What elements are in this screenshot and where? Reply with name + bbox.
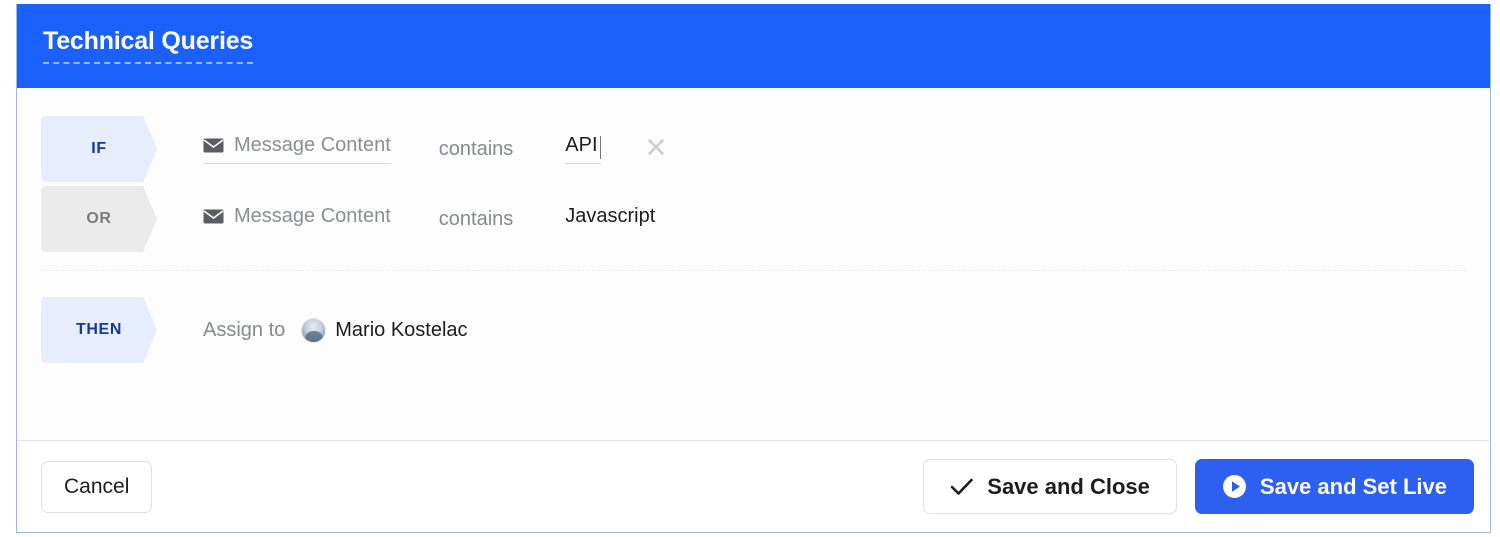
attribute-select-or-label: Message Content — [234, 204, 391, 227]
card-body: IF Message Content contains API OR Messa… — [17, 88, 1490, 440]
assignee-select[interactable]: Mario Kostelac — [301, 317, 468, 343]
attribute-select-or[interactable]: Message Content — [203, 205, 391, 234]
page-title[interactable]: Technical Queries — [43, 27, 253, 65]
condition-row-if: IF Message Content contains API — [17, 114, 1490, 184]
value-input-if-text: API — [565, 134, 598, 156]
save-and-set-live-button[interactable]: Save and Set Live — [1194, 459, 1474, 514]
action-fields: Assign to Mario Kostelac — [203, 317, 468, 343]
condition-fields-if: Message Content contains API — [203, 134, 667, 164]
operator-select-or[interactable]: contains — [439, 208, 514, 231]
card-footer: Cancel Save and Close Save and Set Live — [17, 440, 1490, 532]
connector-pill-then-label: THEN — [76, 321, 122, 338]
close-icon[interactable] — [645, 136, 667, 162]
action-row-then: THEN Assign to Mario Kostelac — [17, 295, 1490, 365]
card-header: Technical Queries — [17, 4, 1490, 88]
play-circle-icon — [1222, 474, 1247, 499]
save-and-close-button[interactable]: Save and Close — [923, 459, 1177, 514]
conditions-group: IF Message Content contains API OR Messa… — [17, 88, 1490, 254]
connector-pill-if[interactable]: IF — [41, 116, 157, 182]
assignee-name: Mario Kostelac — [335, 318, 468, 341]
text-cursor — [599, 136, 602, 159]
attribute-select-if[interactable]: Message Content — [203, 134, 391, 164]
connector-pill-if-label: IF — [91, 140, 107, 157]
condition-row-or: OR Message Content contains Javascript — [17, 184, 1490, 254]
save-and-set-live-label: Save and Set Live — [1259, 473, 1447, 499]
envelope-icon — [203, 209, 224, 224]
screen: Technical Queries IF Message Content con… — [0, 0, 1500, 537]
connector-pill-or-label: OR — [86, 210, 112, 227]
assign-to-label: Assign to — [203, 318, 286, 341]
condition-fields-or: Message Content contains Javascript — [203, 205, 655, 234]
value-input-if[interactable]: API — [565, 134, 602, 164]
check-icon — [950, 477, 974, 497]
operator-select-if[interactable]: contains — [439, 138, 514, 161]
connector-pill-then[interactable]: THEN — [41, 297, 157, 363]
avatar — [301, 317, 327, 343]
envelope-icon — [203, 138, 224, 153]
attribute-select-if-label: Message Content — [234, 134, 391, 156]
value-input-or[interactable]: Javascript — [565, 205, 655, 234]
connector-pill-or[interactable]: OR — [41, 186, 157, 252]
rule-editor-card: Technical Queries IF Message Content con… — [16, 4, 1491, 533]
actions-group: THEN Assign to Mario Kostelac — [17, 271, 1490, 365]
save-and-close-label: Save and Close — [987, 473, 1150, 499]
cancel-button[interactable]: Cancel — [41, 460, 153, 513]
